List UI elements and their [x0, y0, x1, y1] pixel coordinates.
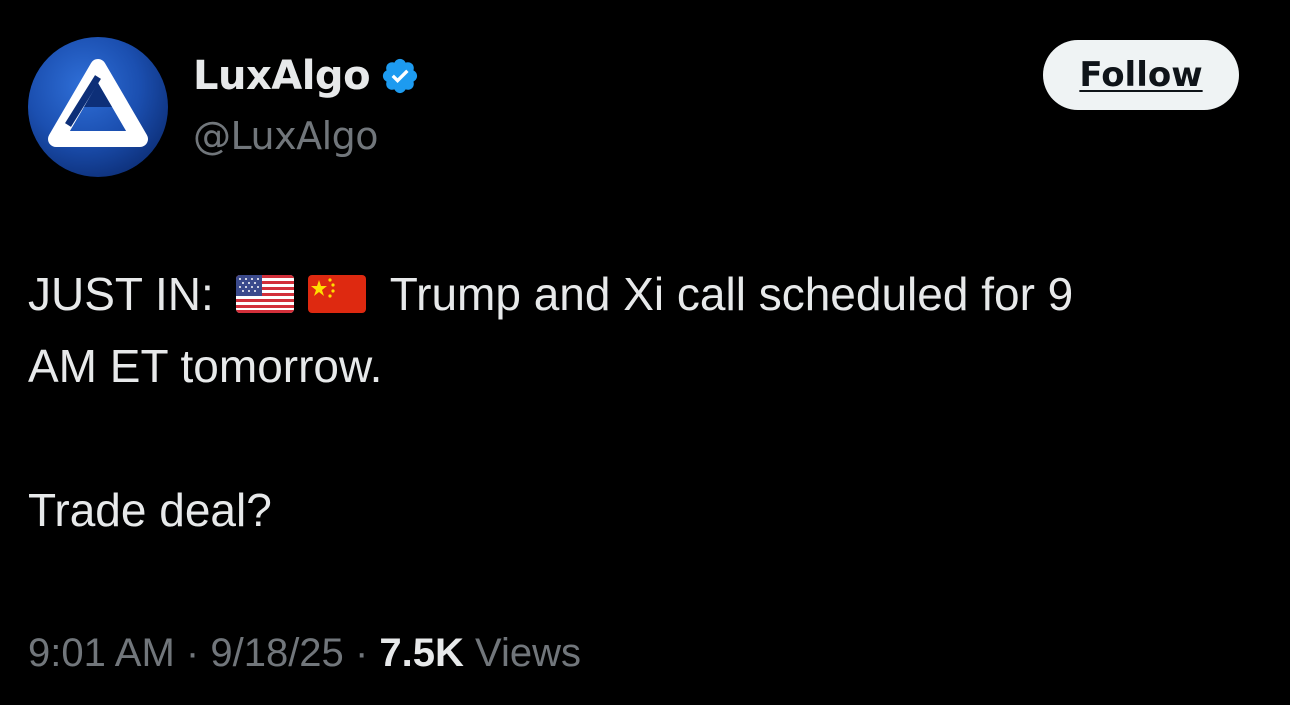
views-label: Views: [475, 631, 581, 675]
meta-separator: ·: [185, 631, 200, 675]
tweet-text: JUST IN: Trump and Xi call scheduled for…: [28, 258, 1258, 546]
us-flag-icon: [235, 275, 294, 313]
follow-button[interactable]: Follow: [1043, 40, 1239, 110]
meta-separator: ·: [354, 631, 369, 675]
tweet-line-1-text: Trump and Xi call scheduled for 9: [389, 268, 1074, 320]
tweet-time[interactable]: 9:01 AM: [28, 631, 175, 675]
views-count: 7.5K: [379, 631, 464, 675]
tweet-line-2: AM ET tomorrow.: [28, 340, 383, 392]
china-flag-icon: [307, 275, 366, 313]
tweet-line-1: JUST IN: Trump and Xi call scheduled for…: [28, 258, 1258, 330]
tweet-date[interactable]: 9/18/25: [210, 631, 343, 675]
tweet-meta: 9:01 AM · 9/18/25 · 7.5K Views: [28, 627, 581, 679]
luxalgo-logo-icon: [48, 59, 148, 147]
verified-badge-icon: [380, 56, 420, 96]
tweet-prefix: JUST IN:: [28, 268, 214, 320]
avatar[interactable]: [28, 37, 168, 177]
author-name-row: LuxAlgo: [193, 52, 420, 100]
tweet-line-3: Trade deal?: [28, 484, 272, 536]
user-handle[interactable]: @LuxAlgo: [193, 112, 379, 160]
display-name[interactable]: LuxAlgo: [193, 52, 371, 100]
